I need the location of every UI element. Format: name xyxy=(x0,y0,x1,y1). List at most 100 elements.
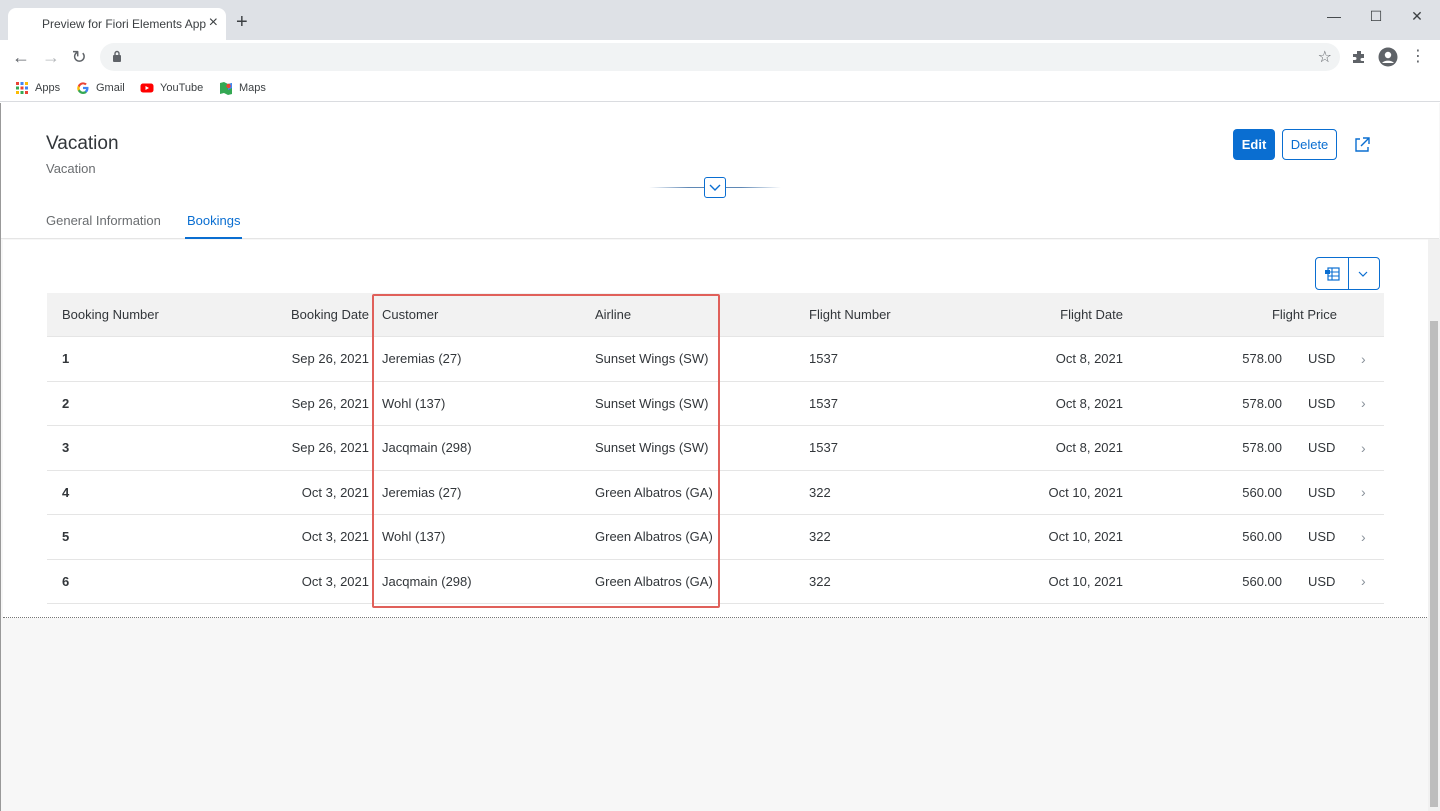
maximize-button[interactable]: ☐ xyxy=(1362,6,1390,26)
chevron-down-icon[interactable] xyxy=(1356,267,1370,281)
cell-airline: Sunset Wings (SW) xyxy=(595,440,709,456)
bookings-section: Booking Number Booking Date Customer Air… xyxy=(3,240,1429,618)
cell-flight-date: Oct 8, 2021 xyxy=(1055,351,1123,367)
export-menu-button[interactable] xyxy=(1315,257,1380,290)
row-navigation-icon[interactable]: › xyxy=(1361,471,1366,515)
bookmark-label: Apps xyxy=(35,82,61,94)
cell-booking-number: 3 xyxy=(62,440,70,456)
cell-currency: USD xyxy=(1308,395,1336,411)
tab-general-information[interactable]: General Information xyxy=(46,213,161,239)
fiori-app: Vacation Vacation Edit Delete General In… xyxy=(0,103,1440,811)
cell-booking-date: Oct 3, 2021 xyxy=(301,529,369,545)
row-navigation-icon[interactable]: › xyxy=(1361,515,1366,559)
apps-grid-icon xyxy=(16,82,28,94)
bookmark-label: Gmail xyxy=(96,82,125,94)
column-header-booking-number[interactable]: Booking Number xyxy=(62,293,159,336)
cell-flight-date: Oct 10, 2021 xyxy=(1048,529,1123,545)
cell-customer: Wohl (137) xyxy=(382,395,446,411)
object-page-header: Vacation Vacation Edit Delete General In… xyxy=(1,103,1439,239)
row-navigation-icon[interactable]: › xyxy=(1361,337,1366,381)
cell-flight-number: 322 xyxy=(809,529,831,545)
browser-toolbar: ← → ↻ ☆ ⋮ xyxy=(0,40,1440,74)
bookmark-youtube[interactable]: YouTube xyxy=(140,79,203,97)
cell-flight-date: Oct 10, 2021 xyxy=(1048,573,1123,589)
chevron-down-icon xyxy=(709,184,721,191)
column-header-booking-date[interactable]: Booking Date xyxy=(247,293,369,336)
youtube-icon xyxy=(140,83,154,93)
scrollbar-thumb[interactable] xyxy=(1430,321,1438,807)
profile-avatar-icon[interactable] xyxy=(1377,46,1399,68)
cell-flight-number: 1537 xyxy=(809,395,838,411)
cell-booking-number: 2 xyxy=(62,395,70,411)
bookmark-star-icon[interactable]: ☆ xyxy=(1318,47,1332,67)
cell-price: 560.00 xyxy=(1242,529,1282,545)
cell-booking-date: Oct 3, 2021 xyxy=(301,484,369,500)
table-row[interactable]: 5 Oct 3, 2021 Wohl (137) Green Albatros … xyxy=(47,515,1384,560)
row-navigation-icon[interactable]: › xyxy=(1361,426,1366,470)
address-bar[interactable]: ☆ xyxy=(100,43,1340,71)
bookmarks-bar: Apps Gmail YouTube Maps xyxy=(0,74,1440,102)
edit-button[interactable]: Edit xyxy=(1233,129,1275,160)
minimize-button[interactable]: — xyxy=(1320,6,1348,26)
cell-booking-date: Sep 26, 2021 xyxy=(291,351,369,367)
cell-customer: Jacqmain (298) xyxy=(382,440,472,456)
bookmark-apps[interactable]: Apps xyxy=(15,79,60,97)
cell-price: 578.00 xyxy=(1242,351,1282,367)
column-header-airline[interactable]: Airline xyxy=(595,293,631,336)
cell-airline: Green Albatros (GA) xyxy=(595,529,713,545)
cell-price: 578.00 xyxy=(1242,395,1282,411)
cell-booking-date: Oct 3, 2021 xyxy=(301,573,369,589)
tab-close-icon[interactable]: × xyxy=(209,14,218,32)
back-icon[interactable]: ← xyxy=(10,46,32,68)
table-row[interactable]: 3 Sep 26, 2021 Jacqmain (298) Sunset Win… xyxy=(47,426,1384,471)
cell-flight-number: 322 xyxy=(809,484,831,500)
delete-button[interactable]: Delete xyxy=(1282,129,1337,160)
new-tab-button[interactable]: + xyxy=(236,12,248,32)
column-header-customer[interactable]: Customer xyxy=(382,293,438,336)
export-spreadsheet-icon[interactable] xyxy=(1324,265,1341,282)
forward-icon[interactable]: → xyxy=(40,46,62,68)
tab-bookings[interactable]: Bookings xyxy=(184,213,243,239)
table-row[interactable]: 1 Sep 26, 2021 Jeremias (27) Sunset Wing… xyxy=(47,337,1384,382)
lock-icon xyxy=(113,50,121,62)
row-navigation-icon[interactable]: › xyxy=(1361,382,1366,426)
table-row[interactable]: 6 Oct 3, 2021 Jacqmain (298) Green Albat… xyxy=(47,559,1384,604)
cell-flight-number: 1537 xyxy=(809,351,838,367)
cell-price: 560.00 xyxy=(1242,484,1282,500)
table-row[interactable]: 2 Sep 26, 2021 Wohl (137) Sunset Wings (… xyxy=(47,381,1384,426)
cell-airline: Green Albatros (GA) xyxy=(595,573,713,589)
share-icon[interactable] xyxy=(1353,136,1371,154)
cell-currency: USD xyxy=(1308,484,1336,500)
cell-airline: Sunset Wings (SW) xyxy=(595,395,709,411)
reload-icon[interactable]: ↻ xyxy=(68,46,90,68)
row-navigation-icon[interactable]: › xyxy=(1361,560,1366,604)
cell-booking-number: 5 xyxy=(62,529,70,545)
extensions-icon[interactable] xyxy=(1348,46,1370,68)
button-divider xyxy=(1348,258,1349,289)
bookmark-gmail[interactable]: Gmail xyxy=(76,79,125,97)
cell-booking-date: Sep 26, 2021 xyxy=(291,395,369,411)
cell-airline: Green Albatros (GA) xyxy=(595,484,713,500)
bookings-table: Booking Number Booking Date Customer Air… xyxy=(47,293,1384,604)
browser-tabstrip: Preview for Fiori Elements App × + — ☐ ✕ xyxy=(0,0,1440,40)
browser-menu-icon[interactable]: ⋮ xyxy=(1407,46,1429,68)
header-collapse-button[interactable] xyxy=(704,177,726,198)
table-row[interactable]: 4 Oct 3, 2021 Jeremias (27) Green Albatr… xyxy=(47,470,1384,515)
close-window-button[interactable]: ✕ xyxy=(1403,6,1431,26)
column-header-flight-price[interactable]: Flight Price xyxy=(1197,293,1337,336)
cell-customer: Jeremias (27) xyxy=(382,351,462,367)
google-icon xyxy=(77,82,89,94)
cell-booking-number: 4 xyxy=(62,484,70,500)
bookmark-maps[interactable]: Maps xyxy=(219,79,266,97)
cell-currency: USD xyxy=(1308,351,1336,367)
cell-airline: Sunset Wings (SW) xyxy=(595,351,709,367)
maps-icon xyxy=(220,82,232,95)
column-header-flight-date[interactable]: Flight Date xyxy=(997,293,1123,336)
cell-currency: USD xyxy=(1308,573,1336,589)
page-scrollbar[interactable] xyxy=(1428,239,1440,811)
column-header-flight-number[interactable]: Flight Number xyxy=(809,293,891,336)
table-header-row: Booking Number Booking Date Customer Air… xyxy=(47,293,1384,337)
browser-tab[interactable]: Preview for Fiori Elements App × xyxy=(8,8,226,40)
bookmark-label: Maps xyxy=(239,82,266,94)
cell-customer: Wohl (137) xyxy=(382,529,446,545)
